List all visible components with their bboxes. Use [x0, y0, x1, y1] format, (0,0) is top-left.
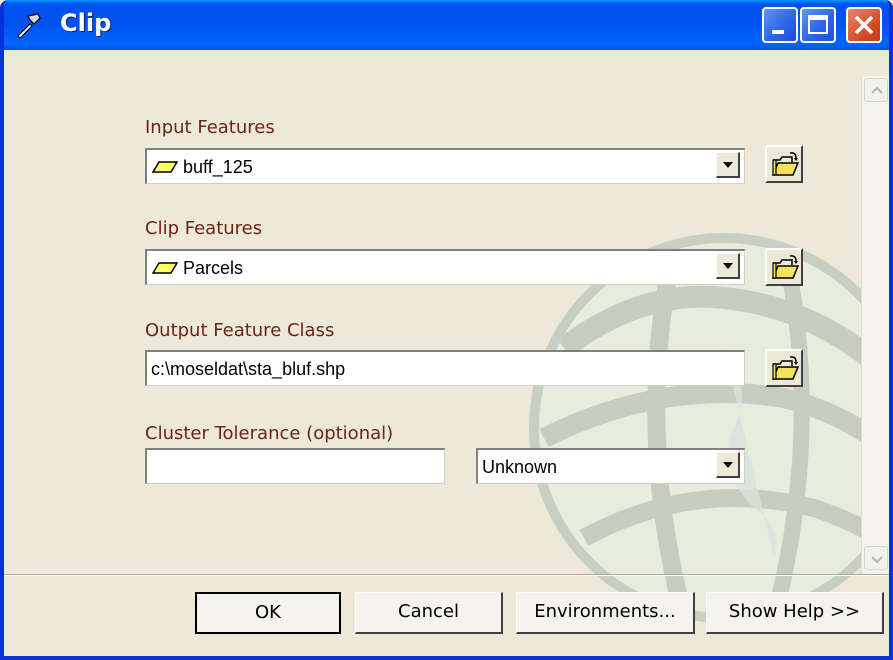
cluster-tolerance-label: Cluster Tolerance (optional)	[145, 423, 394, 444]
dropdown-arrow-icon	[723, 462, 733, 468]
cluster-tolerance-input[interactable]	[145, 448, 445, 484]
cluster-tolerance-units-value: Unknown	[482, 457, 558, 477]
vertical-scrollbar[interactable]	[861, 76, 889, 574]
clip-features-label: Clip Features	[145, 218, 263, 239]
window-title: Clip	[60, 9, 112, 37]
minimize-button[interactable]	[762, 7, 798, 43]
ok-button[interactable]: OK	[195, 592, 341, 634]
cluster-tolerance-units-combo[interactable]: Unknown	[476, 448, 745, 484]
close-icon	[854, 15, 874, 35]
panel-separator	[4, 574, 889, 576]
clip-dialog-window: Clip Input Features buff_125 Clip Featur…	[0, 0, 893, 660]
output-feature-class-browse-button[interactable]	[765, 349, 803, 387]
dropdown-arrow-icon	[723, 162, 733, 168]
input-features-combo[interactable]: buff_125	[145, 148, 745, 184]
polygon-layer-icon	[151, 262, 179, 274]
maximize-button[interactable]	[800, 7, 836, 43]
open-folder-icon	[771, 356, 800, 380]
cancel-button[interactable]: Cancel	[355, 592, 503, 634]
globe-watermark-icon	[529, 233, 889, 623]
open-folder-icon	[771, 255, 800, 279]
polygon-layer-icon	[151, 161, 179, 173]
scroll-down-button[interactable]	[864, 546, 888, 570]
input-features-label: Input Features	[145, 117, 275, 138]
input-features-value: buff_125	[183, 157, 253, 177]
clip-features-browse-button[interactable]	[765, 248, 803, 286]
close-button[interactable]	[846, 7, 882, 43]
output-feature-class-label: Output Feature Class	[145, 320, 335, 341]
dropdown-arrow-icon	[723, 263, 733, 269]
clip-features-combo[interactable]: Parcels	[145, 249, 745, 285]
clip-features-dropdown-button[interactable]	[716, 253, 740, 279]
chevron-down-icon	[871, 556, 883, 564]
title-bar[interactable]: Clip	[4, 0, 889, 50]
open-folder-icon	[771, 152, 800, 176]
scroll-up-button[interactable]	[864, 78, 888, 102]
minimize-icon	[772, 30, 784, 34]
clip-features-value: Parcels	[183, 258, 244, 278]
input-features-dropdown-button[interactable]	[716, 152, 740, 178]
input-features-browse-button[interactable]	[765, 145, 803, 183]
maximize-icon	[808, 15, 828, 34]
show-help-button[interactable]: Show Help >>	[706, 592, 884, 634]
environments-button[interactable]: Environments...	[516, 592, 695, 634]
output-feature-class-value: c:\moseldat\sta_bluf.shp	[151, 359, 346, 379]
hammer-icon	[17, 13, 41, 39]
output-feature-class-input[interactable]: c:\moseldat\sta_bluf.shp	[145, 350, 745, 386]
cluster-tolerance-units-dropdown-button[interactable]	[716, 452, 740, 478]
chevron-up-icon	[871, 86, 883, 94]
